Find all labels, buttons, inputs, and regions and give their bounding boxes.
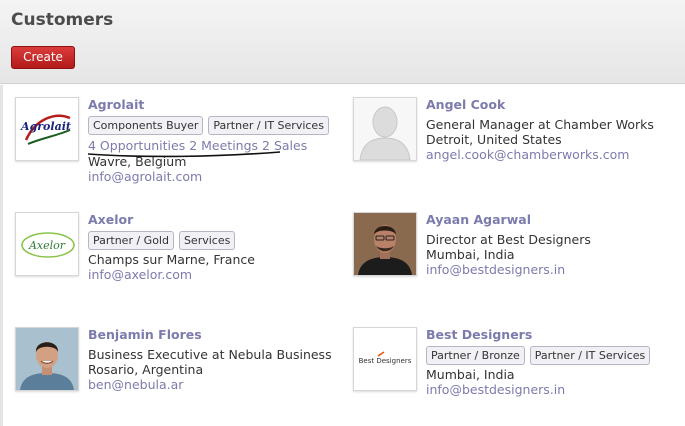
customer-job: Business Executive at Nebula Business — [88, 347, 332, 362]
customer-email[interactable]: info@bestdesigners.in — [426, 382, 676, 397]
person-photo-icon — [16, 328, 78, 390]
tag: Partner / Bronze — [426, 346, 525, 365]
person-photo-icon — [354, 213, 416, 275]
tag: Services — [178, 231, 236, 250]
tag-list: Partner / Gold Services — [88, 231, 338, 252]
activity-stats: 4 Opportunities 2 Meetings 2 Sales — [87, 138, 338, 158]
scroll-edge — [0, 85, 3, 426]
customer-location: Rosario, Argentina — [88, 362, 204, 377]
agrolait-logo-icon: Agrolait — [20, 114, 71, 145]
customer-job: General Manager at Chamber Works — [426, 117, 654, 132]
customer-email[interactable]: info@agrolait.com — [88, 169, 338, 184]
tag-list: Partner / Bronze Partner / IT Services — [426, 346, 676, 367]
customer-job: Director at Best Designers — [426, 232, 591, 247]
avatar — [353, 212, 417, 276]
customer-email[interactable]: angel.cook@chamberworks.com — [426, 147, 676, 162]
customer-email[interactable]: ben@nebula.ar — [88, 377, 338, 392]
customer-name[interactable]: Angel Cook — [426, 97, 676, 113]
create-button[interactable]: Create — [11, 46, 75, 69]
customer-name[interactable]: Agrolait — [88, 97, 338, 113]
tag: Components Buyer — [88, 116, 204, 135]
svg-text:Axelor: Axelor — [28, 239, 66, 252]
tag: Partner / IT Services — [208, 116, 329, 135]
customer-name[interactable]: Axelor — [88, 212, 338, 228]
svg-text:Best Designers: Best Designers — [359, 357, 412, 365]
customer-email[interactable]: info@axelor.com — [88, 267, 338, 282]
customer-location: Champs sur Marne, France — [88, 252, 255, 267]
customer-name[interactable]: Ayaan Agarwal — [426, 212, 676, 228]
customer-name[interactable]: Benjamin Flores — [88, 327, 338, 343]
company-logo: Best Designers — [353, 327, 417, 391]
avatar — [15, 327, 79, 391]
customer-location: Mumbai, India — [426, 367, 515, 382]
stats-underline — [87, 151, 281, 158]
customer-name[interactable]: Best Designers — [426, 327, 676, 343]
tag: Partner / Gold — [88, 231, 174, 250]
best-designers-logo-icon: Best Designers — [359, 351, 412, 365]
tag-list: Components Buyer Partner / IT Services — [88, 116, 338, 137]
axelor-logo-icon: Axelor — [21, 232, 75, 258]
company-logo: Axelor — [15, 212, 79, 276]
customer-email[interactable]: info@bestdesigners.in — [426, 262, 676, 277]
tag: Partner / IT Services — [529, 346, 651, 365]
page-title: Customers — [11, 10, 114, 30]
customer-location: Mumbai, India — [426, 247, 515, 262]
person-placeholder-icon — [354, 98, 416, 160]
control-panel: Customers Create — [0, 0, 685, 84]
customer-location: Detroit, United States — [426, 132, 562, 147]
svg-text:Agrolait: Agrolait — [20, 120, 71, 133]
avatar — [353, 97, 417, 161]
company-logo: Agrolait — [15, 97, 79, 161]
